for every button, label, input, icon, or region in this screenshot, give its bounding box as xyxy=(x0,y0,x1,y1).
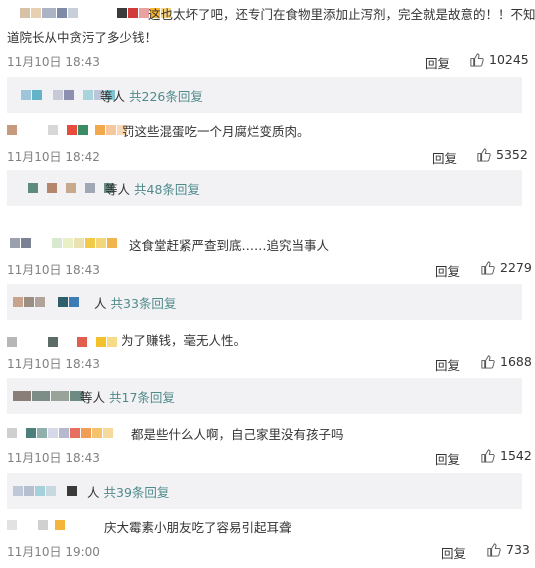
like-button[interactable]: 1542 xyxy=(480,448,532,463)
replies-box[interactable]: 人 共39条回复 xyxy=(7,473,522,509)
comment-text: 这食堂赶紧严查到底……追究当事人 xyxy=(129,238,330,253)
comment-6: 庆大霉素小朋友吃了容易引起耳聋 11月10日 19:00 回复 733 xyxy=(0,512,535,568)
comment-time: 11月10日 18:43 xyxy=(7,263,100,277)
like-count: 1542 xyxy=(500,448,532,463)
reply-button[interactable]: 回复 xyxy=(425,53,450,72)
thumbs-up-icon xyxy=(487,543,501,557)
replies-summary[interactable]: 等人 共226条回复 xyxy=(100,86,203,105)
pixelated-username[interactable] xyxy=(7,337,118,347)
pixelated-username[interactable] xyxy=(7,428,114,438)
like-count: 1688 xyxy=(500,354,532,369)
comment-2: 罚这些混蛋吃一个月腐烂变质肉。 11月10日 18:42 回复 5352 等人 … xyxy=(0,115,535,210)
thumbs-up-icon xyxy=(470,53,484,67)
comment-3: 这食堂赶紧严查到底……追究当事人 11月10日 18:43 回复 2279 人 … xyxy=(0,228,535,320)
comment-time: 11月10日 18:43 xyxy=(7,451,100,465)
replies-summary[interactable]: 等人 共17条回复 xyxy=(80,387,175,406)
comment-text: 罚这些混蛋吃一个月腐烂变质肉。 xyxy=(122,124,310,139)
comment-1: 这也太坏了吧，还专门在食物里添加止泻剂，完全就是故意的！！不知 道院长从中贪污了… xyxy=(0,0,535,115)
comment-text: 这也太坏了吧，还专门在食物里添加止泻剂，完全就是故意的！！不知 xyxy=(148,7,535,22)
comment-time: 11月10日 18:42 xyxy=(7,150,100,164)
pixelated-username xyxy=(13,391,85,401)
comment-text-cont: 道院长从中贪污了多少钱！ xyxy=(7,30,158,45)
replies-summary[interactable]: 人 共39条回复 xyxy=(87,482,169,501)
reply-button[interactable]: 回复 xyxy=(435,449,460,468)
replies-box[interactable]: 等人 共226条回复 xyxy=(7,77,522,113)
pixelated-username[interactable] xyxy=(7,125,128,135)
comment-time: 11月10日 18:43 xyxy=(7,55,100,69)
replies-summary[interactable]: 等人 共48条回复 xyxy=(105,179,200,198)
thumbs-up-icon xyxy=(481,449,495,463)
replies-box[interactable]: 等人 共48条回复 xyxy=(7,170,522,206)
like-button[interactable]: 5352 xyxy=(476,147,528,162)
replies-summary[interactable]: 人 共33条回复 xyxy=(94,293,176,312)
thumbs-up-icon xyxy=(477,148,491,162)
pixelated-username xyxy=(13,297,80,307)
comment-text: 都是些什么人啊，自己家里没有孩子吗 xyxy=(131,427,344,442)
thumbs-up-icon xyxy=(481,355,495,369)
reply-button[interactable]: 回复 xyxy=(432,148,457,167)
pixelated-username[interactable] xyxy=(7,520,66,530)
like-button[interactable]: 10245 xyxy=(469,52,529,67)
pixelated-username xyxy=(13,486,78,496)
like-count: 733 xyxy=(506,542,530,557)
thumbs-up-icon xyxy=(481,261,495,275)
like-button[interactable]: 1688 xyxy=(480,354,532,369)
replies-box[interactable]: 等人 共17条回复 xyxy=(7,378,522,414)
like-count: 5352 xyxy=(496,147,528,162)
comment-time: 11月10日 18:43 xyxy=(7,357,100,371)
like-count: 10245 xyxy=(489,52,529,67)
comment-time: 11月10日 19:00 xyxy=(7,545,100,559)
comment-text: 庆大霉素小朋友吃了容易引起耳聋 xyxy=(104,520,292,535)
pixelated-username[interactable] xyxy=(10,238,118,248)
comment-text: 为了赚钱，毫无人性。 xyxy=(121,333,247,348)
like-button[interactable]: 2279 xyxy=(480,260,532,275)
replies-box[interactable]: 人 共33条回复 xyxy=(7,284,522,320)
like-count: 2279 xyxy=(500,260,532,275)
like-button[interactable]: 733 xyxy=(486,542,530,557)
reply-button[interactable]: 回复 xyxy=(441,543,466,562)
reply-button[interactable]: 回复 xyxy=(435,355,460,374)
reply-button[interactable]: 回复 xyxy=(435,261,460,280)
comment-5: 都是些什么人啊，自己家里没有孩子吗 11月10日 18:43 回复 1542 人… xyxy=(0,418,535,513)
pixelated-username xyxy=(28,183,115,193)
comment-4: 为了赚钱，毫无人性。 11月10日 18:43 回复 1688 等人 共17条回… xyxy=(0,322,535,417)
